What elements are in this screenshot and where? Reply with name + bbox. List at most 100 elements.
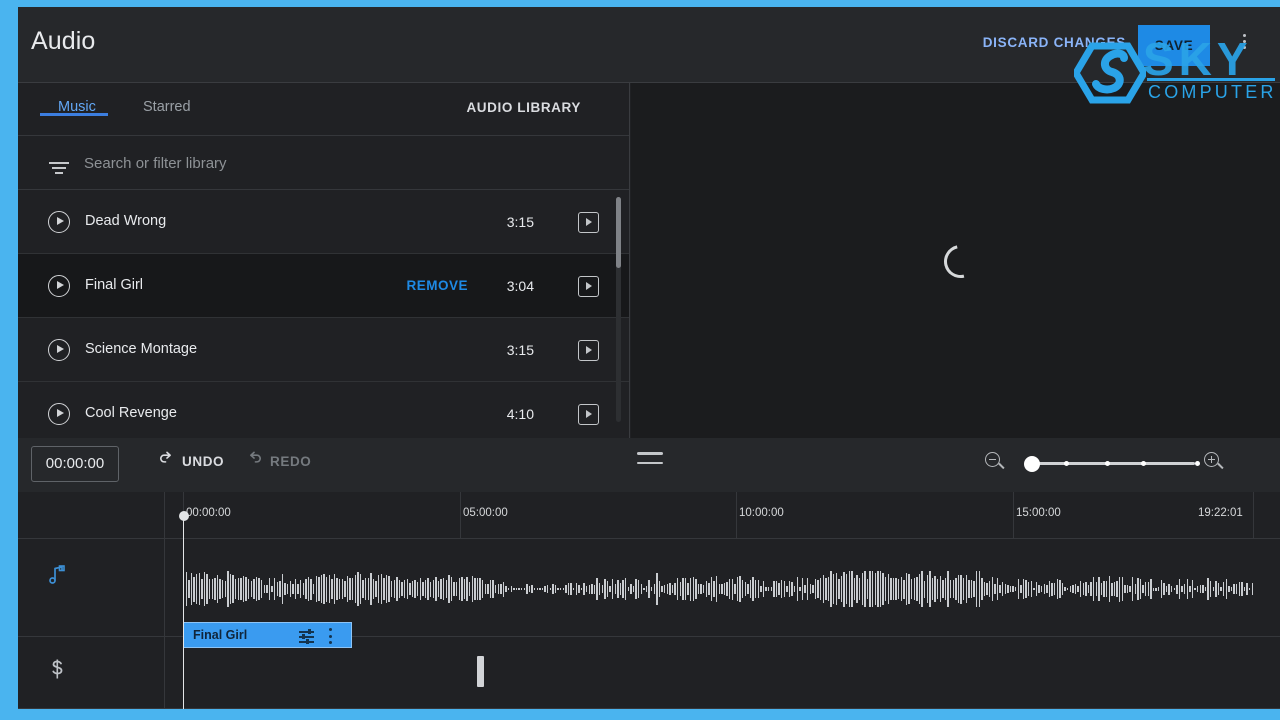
waveform-bar xyxy=(625,577,627,601)
track-list[interactable]: Dead Wrong 3:15 Final Girl REMOVE 3:04 S… xyxy=(18,190,629,438)
voiceover-icon xyxy=(52,659,63,679)
undo-button[interactable]: UNDO xyxy=(182,454,224,469)
waveform-bar xyxy=(757,580,759,598)
waveform-bar xyxy=(1249,588,1251,590)
waveform-bar xyxy=(586,585,588,593)
timeline-lane-audio[interactable]: Final Girl xyxy=(18,539,1280,648)
waveform-bar xyxy=(344,580,346,598)
slider-tick xyxy=(1104,460,1110,466)
waveform-bar xyxy=(362,579,364,599)
waveform-bar xyxy=(383,578,385,600)
waveform-bar xyxy=(430,581,432,597)
waveform-bar xyxy=(1139,578,1142,600)
waveform-bar xyxy=(469,581,471,597)
waveform-bar xyxy=(950,580,952,598)
save-button[interactable]: SAVE xyxy=(1138,25,1210,66)
track-duration: 4:10 xyxy=(506,406,534,422)
waveform-bar xyxy=(453,581,455,597)
track-row[interactable]: Final Girl REMOVE 3:04 xyxy=(18,254,629,318)
waveform-bar xyxy=(276,581,278,597)
track-duration: 3:04 xyxy=(506,278,534,294)
remove-track-button[interactable]: REMOVE xyxy=(406,278,468,293)
track-row[interactable]: Science Montage 3:15 xyxy=(18,318,629,382)
waveform-bar xyxy=(895,577,897,601)
waveform-bar xyxy=(820,577,822,601)
waveform-bar xyxy=(783,581,785,597)
waveform-bar xyxy=(700,584,702,594)
waveform-bar xyxy=(1090,582,1092,596)
waveform-bar xyxy=(580,588,583,590)
waveform-bar xyxy=(1004,583,1006,595)
waveform-bar xyxy=(648,579,650,599)
waveform-bar xyxy=(731,578,733,600)
waveform-bar xyxy=(937,579,939,599)
play-icon[interactable] xyxy=(48,275,70,297)
video-preview-panel[interactable] xyxy=(631,83,1280,438)
timecode-field[interactable]: 00:00:00 xyxy=(31,446,119,482)
tab-music[interactable]: Music xyxy=(40,99,108,116)
slider-tick xyxy=(1140,460,1146,466)
playhead[interactable] xyxy=(178,511,189,709)
waveform-bar xyxy=(287,584,289,594)
voice-clip-marker[interactable] xyxy=(477,656,484,687)
play-icon[interactable] xyxy=(48,403,70,425)
track-row[interactable]: Cool Revenge 4:10 xyxy=(18,382,629,438)
waveform-bar xyxy=(1134,583,1136,595)
zoom-out-icon[interactable] xyxy=(985,452,1006,473)
waveform-bar xyxy=(721,584,723,594)
add-to-timeline-icon[interactable] xyxy=(578,340,599,361)
kebab-menu-icon[interactable] xyxy=(1234,34,1254,56)
timeline-lane-voice[interactable] xyxy=(18,637,1280,709)
playhead-knob[interactable] xyxy=(178,511,189,521)
waveform-bar xyxy=(827,576,830,602)
search-input[interactable] xyxy=(84,150,564,176)
waveform-bar xyxy=(305,578,307,600)
waveform-bar xyxy=(775,581,778,597)
waveform-bar xyxy=(1132,577,1134,601)
library-scrollbar-thumb[interactable] xyxy=(616,197,621,268)
waveform-bar xyxy=(864,571,866,607)
waveform-bar xyxy=(1217,582,1220,596)
add-to-timeline-icon[interactable] xyxy=(578,276,599,297)
discard-changes-button[interactable]: DISCARD CHANGES xyxy=(983,35,1126,50)
waveform-bar xyxy=(237,578,239,600)
waveform-bar xyxy=(521,588,523,590)
timeline-menu-icon[interactable] xyxy=(637,452,663,468)
zoom-in-icon[interactable] xyxy=(1204,452,1225,473)
waveform-bar xyxy=(931,578,934,600)
tab-starred[interactable]: Starred xyxy=(143,99,191,115)
waveform-bar xyxy=(331,579,333,599)
waveform-bar xyxy=(1137,578,1139,600)
waveform-bar xyxy=(645,586,648,592)
waveform-bar xyxy=(859,577,861,601)
add-to-timeline-icon[interactable] xyxy=(578,404,599,425)
waveform-bar xyxy=(294,578,297,600)
waveform-bar xyxy=(1176,584,1178,594)
timeline-ruler[interactable]: 00:00:00 05:00:00 10:00:00 15:00:00 19:2… xyxy=(18,492,1280,539)
page-title: Audio xyxy=(31,27,96,55)
filter-funnel-icon[interactable] xyxy=(49,162,69,175)
zoom-slider-thumb[interactable] xyxy=(1024,455,1040,472)
waveform-bar xyxy=(268,578,271,600)
waveform-bar xyxy=(770,586,772,592)
play-icon[interactable] xyxy=(48,339,70,361)
waveform-bar xyxy=(271,585,273,593)
play-icon[interactable] xyxy=(48,211,70,233)
waveform-bar xyxy=(1085,582,1087,596)
undo-icon[interactable] xyxy=(157,450,176,469)
library-scrollbar[interactable] xyxy=(616,197,621,422)
waveform-bar xyxy=(323,573,325,605)
zoom-slider[interactable] xyxy=(1024,455,1200,472)
waveform-bar xyxy=(726,581,728,597)
waveform-bar xyxy=(409,583,411,595)
audio-library-link[interactable]: AUDIO LIBRARY xyxy=(466,100,581,115)
waveform-bar xyxy=(804,585,806,593)
waveform-bar xyxy=(1080,580,1082,598)
waveform-bar xyxy=(398,579,401,599)
track-row[interactable]: Dead Wrong 3:15 xyxy=(18,190,629,254)
waveform-bar xyxy=(552,584,554,594)
waveform-bar xyxy=(622,579,624,599)
add-to-timeline-icon[interactable] xyxy=(578,212,599,233)
waveform-bar xyxy=(437,581,440,597)
waveform-bar xyxy=(502,581,505,597)
